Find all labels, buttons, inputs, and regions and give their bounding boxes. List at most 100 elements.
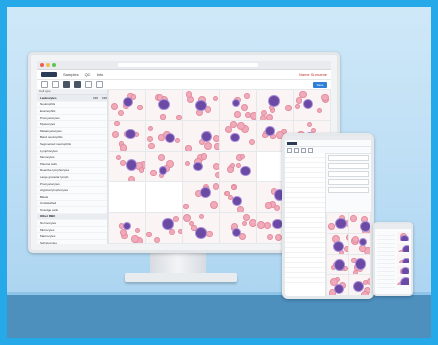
red-blood-cell [205,106,212,113]
tablet-cell-image[interactable] [349,254,370,275]
tablet-field[interactable] [328,155,369,161]
cell-image-tile[interactable] [109,120,145,151]
phone-list-row[interactable] [377,284,395,288]
cell-image-tile[interactable] [183,151,219,182]
cell-count-row[interactable]: Reactive lymphocytes [37,168,107,175]
filter-icon[interactable] [85,81,92,88]
tablet-cell-image[interactable] [327,233,348,254]
red-blood-cell [199,213,205,220]
cell-count-row[interactable]: Eosinophils [37,108,107,115]
settings-icon[interactable] [96,81,103,88]
cell-image-tile[interactable] [220,151,256,182]
cell-image-tile[interactable] [220,182,256,213]
cell-image-tile[interactable] [146,151,182,182]
tablet-image-grid [326,212,371,296]
nav-item-samples[interactable]: Samples [63,72,79,77]
grid-view-icon[interactable] [52,81,59,88]
cell-type-label: Eosinophils [40,108,56,113]
tablet-filter-icon[interactable] [308,147,313,153]
cell-count-row[interactable]: Neutrophils [37,102,107,109]
cell-image-tile[interactable] [220,90,256,120]
cell-type-label: Smudge cells [40,207,59,212]
nav-item-qc[interactable]: QC [85,72,91,77]
white-blood-cell [232,228,240,236]
cell-image-tile[interactable] [183,213,219,243]
user-name[interactable]: Name Surname [299,72,327,77]
phone-cell-image[interactable] [397,232,409,241]
cell-count-row[interactable]: Schistocytes [37,240,107,244]
red-blood-cell [173,215,180,222]
tablet-field[interactable] [328,171,369,177]
cell-count-row[interactable]: Promyelocytes [37,181,107,188]
cell-count-row[interactable]: Large granular lymph. [37,174,107,181]
minimize-window-icon[interactable] [46,63,50,67]
cell-image-tile[interactable] [183,120,219,151]
address-bar[interactable] [118,63,258,67]
cell-image-tile[interactable] [109,213,145,243]
phone-cell-image[interactable] [397,243,409,252]
cell-type-label: Myelocytes [40,122,56,127]
tablet-back-icon[interactable] [287,147,292,153]
cell-count-row[interactable]: Band neutrophils [37,135,107,142]
cell-count-row[interactable]: Blasts [37,194,107,201]
tablet-cell-image[interactable] [327,254,348,275]
maximize-window-icon[interactable] [52,63,56,67]
cell-type-label: Microcytes [40,227,55,232]
cell-image-tile[interactable] [146,120,182,151]
cell-image-tile[interactable] [220,213,256,243]
cell-count-row[interactable]: Atypical lymphocytes [37,187,107,194]
tablet-grid-icon[interactable] [294,147,299,153]
nav-item-info[interactable]: Info [97,72,104,77]
tablet-field[interactable] [328,163,369,169]
cell-image-tile[interactable] [109,90,145,120]
tablet-field[interactable] [328,187,369,193]
phone-device [373,222,413,296]
cell-count-row[interactable]: Metamyelocytes [37,128,107,135]
cell-count-row[interactable]: Smudge cells [37,207,107,214]
cell-image-tile[interactable] [146,90,182,120]
zoom-icon[interactable] [63,81,70,88]
tablet-list-row[interactable] [285,278,325,283]
cell-count-row[interactable]: Segmented neutrophils [37,141,107,148]
cell-count-row[interactable]: Microcytes [37,227,107,234]
cell-count-row[interactable]: Unclassified [37,201,107,208]
cell-image-tile[interactable] [146,182,182,213]
tablet-cell-image[interactable] [327,213,348,233]
phone-cell-image[interactable] [397,254,409,263]
cell-count-row[interactable]: Plasma cells [37,161,107,168]
cell-count-row[interactable]: Normocytes [37,220,107,227]
phone-cell-image[interactable] [397,265,409,274]
cell-image-tile[interactable] [109,182,145,213]
phone-cell-image[interactable] [397,276,409,285]
tablet-field[interactable] [328,179,369,185]
tablet-zoom-icon[interactable] [301,147,306,153]
cell-count-row[interactable]: Promyelocytes [37,115,107,122]
cell-count-row[interactable]: Myelocytes [37,121,107,128]
cell-view-icon[interactable] [74,81,81,88]
cell-type-label: Atypical lymphocytes [40,188,69,193]
cell-image-tile[interactable] [220,120,256,151]
red-blood-cell [119,144,128,151]
cell-count-row[interactable]: Leukocytes 100 100 [37,95,107,102]
tablet-cell-image[interactable] [349,233,370,254]
cell-count-row[interactable]: Monocytes [37,154,107,161]
save-button[interactable]: Save [313,81,327,88]
red-blood-cell [131,235,140,243]
cell-image-tile[interactable] [183,90,219,120]
cell-image-tile[interactable] [146,213,182,243]
cell-image-tile[interactable] [294,90,330,120]
tablet-cell-image[interactable] [349,275,370,295]
cell-image-tile[interactable] [109,151,145,182]
red-blood-cell [150,169,158,177]
cell-image-tile[interactable] [257,90,293,120]
tablet-cell-image[interactable] [349,213,370,233]
cell-count-row[interactable]: Macrocytes [37,233,107,241]
back-icon[interactable] [41,81,48,88]
cell-count-row[interactable]: Lymphocytes [37,148,107,155]
cell-count-row[interactable]: Other RBC [37,213,107,221]
tablet-cell-image[interactable] [327,275,348,295]
red-blood-cell [114,120,120,127]
close-window-icon[interactable] [40,63,44,67]
cell-image-tile[interactable] [183,182,219,213]
red-blood-cell [111,102,119,110]
